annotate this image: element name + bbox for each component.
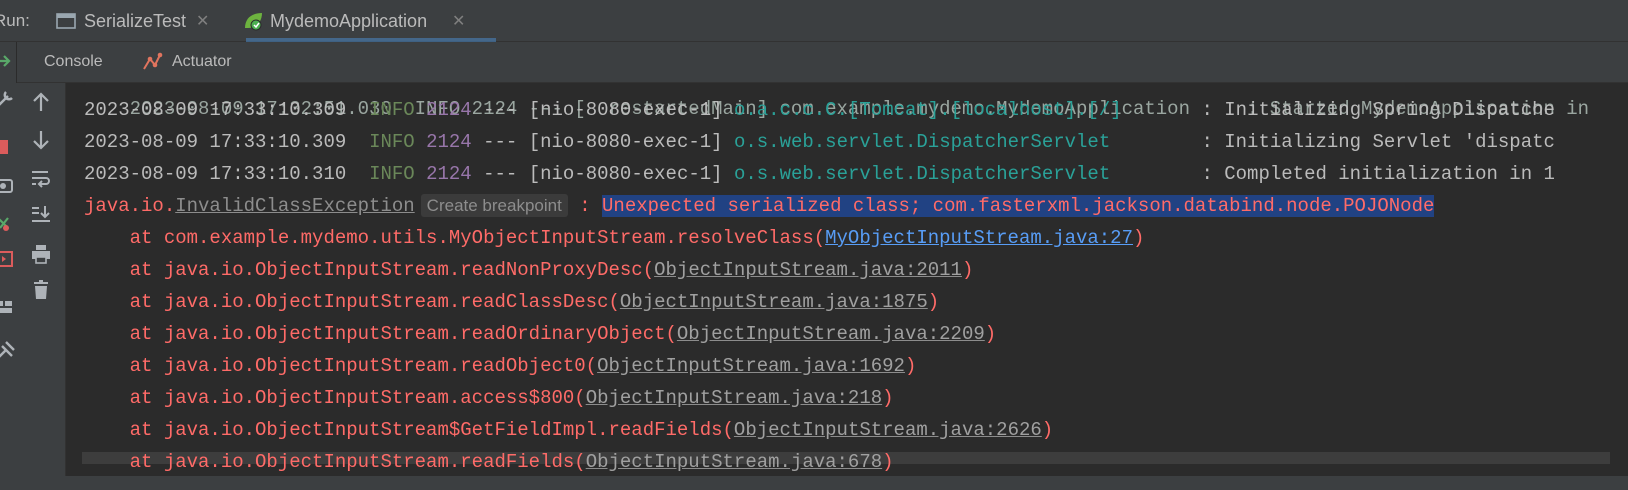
run-actions-toolbar bbox=[0, 42, 17, 490]
tab-serialize-test[interactable]: SerializeTest ✕ bbox=[56, 0, 222, 42]
exception-colon: : bbox=[567, 195, 603, 217]
stack-method: at java.io.ObjectInputStream.readClassDe… bbox=[129, 291, 620, 313]
tab-label: MydemoApplication bbox=[270, 11, 428, 31]
stack-close-paren: ) bbox=[904, 355, 917, 377]
up-arrow-icon[interactable] bbox=[28, 89, 54, 115]
stack-frame: at java.io.ObjectInputStream$GetFieldImp… bbox=[84, 415, 1054, 445]
stack-frame: at java.io.ObjectInputStream.access$800(… bbox=[84, 383, 894, 413]
run-toolbar: Run: SerializeTest ✕ MydemoApplication ✕ bbox=[0, 0, 1628, 42]
exit-icon[interactable] bbox=[0, 248, 16, 270]
log-timestamp: 2023-08-09 17:33:10.309 bbox=[84, 99, 347, 121]
tab-label: SerializeTest bbox=[84, 11, 187, 31]
log-thread: [nio-8080-exec-1] bbox=[528, 99, 723, 121]
layout-icon[interactable] bbox=[0, 296, 16, 318]
source-link[interactable]: ObjectInputStream.java:2626 bbox=[734, 419, 1042, 441]
log-timestamp: 2023-08-09 17:33:10.310 bbox=[84, 163, 347, 185]
log-timestamp: 2023-08-09 17:33:10.309 bbox=[84, 131, 347, 153]
close-icon[interactable]: ✕ bbox=[452, 11, 465, 31]
log-level: INFO bbox=[369, 131, 415, 153]
exception-package: java.io. bbox=[84, 195, 176, 217]
log-line: 2023-08-09 17:33:10.309 INFO 2124 --- [n… bbox=[84, 127, 1555, 157]
spring-boot-icon bbox=[242, 10, 266, 37]
stack-method: at java.io.ObjectInputStream.readOrdinar… bbox=[129, 323, 677, 345]
console-tab-bar: Console Actuator bbox=[0, 42, 1628, 83]
create-breakpoint-button[interactable]: Create breakpoint bbox=[420, 194, 568, 217]
test-config-icon bbox=[56, 12, 76, 35]
exception-message: Unexpected serialized class; com.fasterx… bbox=[602, 195, 1435, 217]
soft-wrap-icon[interactable] bbox=[28, 165, 54, 191]
trash-icon[interactable] bbox=[28, 277, 54, 303]
close-icon[interactable]: ✕ bbox=[196, 11, 209, 31]
source-link[interactable]: MyObjectInputStream.java:27 bbox=[825, 227, 1133, 249]
stack-frame: at java.io.ObjectInputStream.readFields(… bbox=[84, 447, 894, 477]
log-message: : Initializing Servlet 'dispatc bbox=[1201, 131, 1555, 153]
log-message: : Completed initialization in 1 bbox=[1201, 163, 1555, 185]
scroll-to-end-icon[interactable] bbox=[28, 201, 54, 227]
console-actions-toolbar bbox=[16, 83, 66, 490]
actuator-icon bbox=[142, 51, 164, 78]
run-label: Run: bbox=[0, 11, 30, 30]
wrench-icon[interactable] bbox=[0, 88, 16, 110]
log-level: INFO bbox=[369, 99, 415, 121]
log-pid: 2124 bbox=[426, 131, 472, 153]
source-link[interactable]: ObjectInputStream.java:2209 bbox=[677, 323, 985, 345]
log-separator: --- bbox=[483, 131, 518, 153]
log-thread: [nio-8080-exec-1] bbox=[528, 131, 723, 153]
stack-method: at java.io.ObjectInputStream.readObject0… bbox=[129, 355, 598, 377]
log-level: INFO bbox=[369, 163, 415, 185]
exception-class-link[interactable]: InvalidClassException bbox=[175, 195, 414, 217]
status-strip bbox=[0, 476, 1628, 490]
stack-frame: at com.example.mydemo.utils.MyObjectInpu… bbox=[84, 223, 1145, 253]
stack-close-paren: ) bbox=[882, 451, 894, 473]
exception-line: java.io.InvalidClassException Create brea… bbox=[84, 191, 1435, 221]
rerun-icon[interactable] bbox=[0, 50, 16, 72]
tab-console[interactable]: Console bbox=[44, 53, 103, 71]
stack-frame: at java.io.ObjectInputStream.readNonProx… bbox=[84, 255, 974, 285]
source-link[interactable]: ObjectInputStream.java:2011 bbox=[654, 259, 962, 281]
stack-method: at java.io.ObjectInputStream$GetFieldImp… bbox=[129, 419, 734, 441]
log-logger: o.s.web.servlet.DispatcherServlet bbox=[733, 163, 1111, 185]
log-pid: 2124 bbox=[426, 99, 472, 121]
source-link[interactable]: ObjectInputStream.java:1875 bbox=[620, 291, 928, 313]
stack-method: at java.io.ObjectInputStream.access$800( bbox=[129, 387, 586, 409]
restore-layout-icon[interactable] bbox=[0, 212, 16, 234]
down-arrow-icon[interactable] bbox=[28, 127, 54, 153]
stack-close-paren: ) bbox=[1041, 419, 1054, 441]
stack-method: at java.io.ObjectInputStream.readNonProx… bbox=[129, 259, 655, 281]
log-line: 2023-08-09 17:33:10.309 INFO 2124 --- [n… bbox=[84, 95, 1555, 125]
log-line-clipped: 2023-08-09 17:32:51.030 INFO 2124 --- [ … bbox=[84, 83, 1589, 120]
log-message: : Initializing Spring Dispatche bbox=[1201, 99, 1555, 121]
stack-close-paren: ) bbox=[927, 291, 940, 313]
source-link[interactable]: ObjectInputStream.java:678 bbox=[586, 451, 882, 473]
stack-close-paren: ) bbox=[1132, 227, 1145, 249]
source-link[interactable]: ObjectInputStream.java:218 bbox=[586, 387, 882, 409]
tab-mydemo-application[interactable]: MydemoApplication ✕ bbox=[245, 0, 496, 42]
stack-method: at com.example.mydemo.utils.MyObjectInpu… bbox=[129, 227, 826, 249]
stop-icon[interactable] bbox=[0, 136, 16, 158]
log-logger: o.a.c.c.C.[Tomcat].[localhost].[/] bbox=[733, 99, 1122, 121]
stack-frame: at java.io.ObjectInputStream.readClassDe… bbox=[84, 287, 940, 317]
stack-method: at java.io.ObjectInputStream.readFields( bbox=[129, 451, 586, 473]
log-thread: [nio-8080-exec-1] bbox=[528, 163, 723, 185]
stack-frame: at java.io.ObjectInputStream.readOrdinar… bbox=[84, 319, 997, 349]
stack-close-paren: ) bbox=[961, 259, 974, 281]
camera-icon[interactable] bbox=[0, 174, 16, 196]
source-link[interactable]: ObjectInputStream.java:1692 bbox=[597, 355, 905, 377]
pin-icon[interactable] bbox=[0, 340, 16, 362]
stack-close-paren: ) bbox=[882, 387, 894, 409]
log-separator: --- bbox=[483, 163, 518, 185]
stack-close-paren: ) bbox=[984, 323, 997, 345]
log-pid: 2124 bbox=[426, 163, 472, 185]
print-icon[interactable] bbox=[28, 241, 54, 267]
log-line: 2023-08-09 17:33:10.310 INFO 2124 --- [n… bbox=[84, 159, 1555, 189]
stack-frame: at java.io.ObjectInputStream.readObject0… bbox=[84, 351, 917, 381]
console-output[interactable]: 2023-08-09 17:32:51.030 INFO 2124 --- [ … bbox=[66, 83, 1628, 490]
log-logger: o.s.web.servlet.DispatcherServlet bbox=[733, 131, 1111, 153]
log-separator: --- bbox=[483, 99, 518, 121]
tab-actuator[interactable]: Actuator bbox=[172, 53, 232, 71]
